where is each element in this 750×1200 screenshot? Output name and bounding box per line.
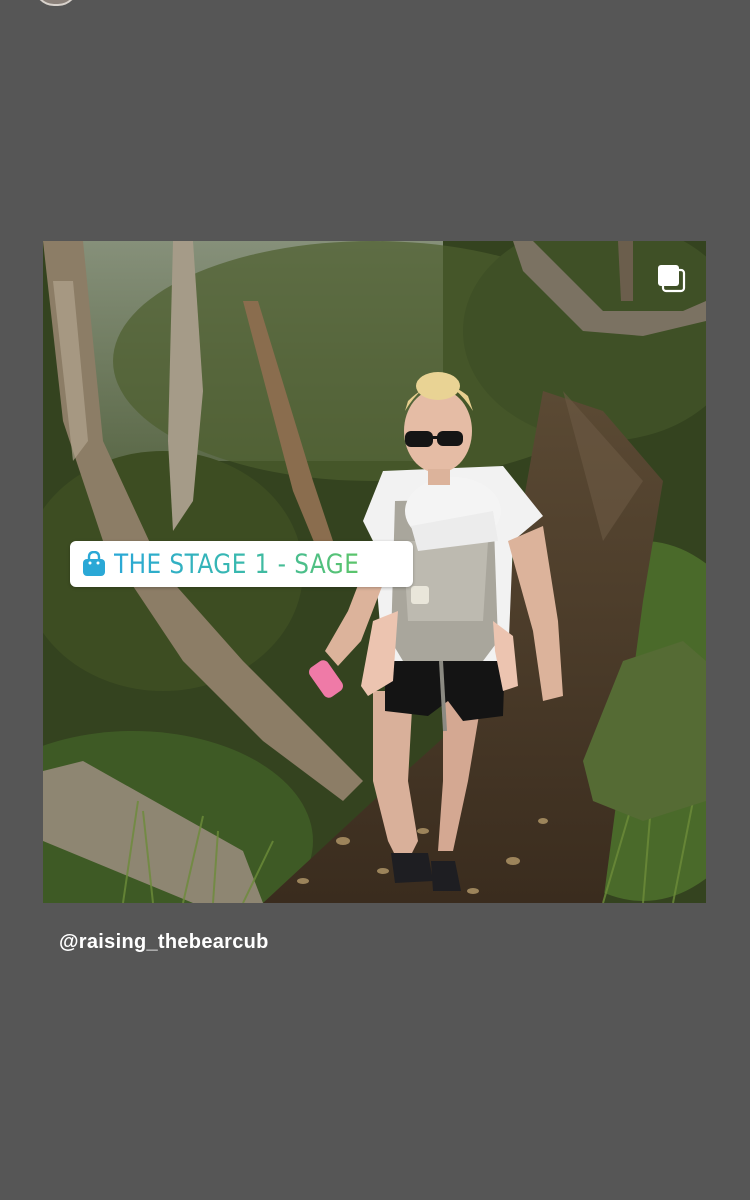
shopping-bag-icon [83, 551, 105, 576]
product-tag[interactable]: THE STAGE 1 - SAGE [70, 541, 414, 587]
story-view: THE STAGE 1 - SAGE @raising_thebearcub [0, 0, 750, 1200]
profile-avatar[interactable] [34, 0, 78, 6]
post-photo[interactable]: THE STAGE 1 - SAGE [43, 241, 706, 903]
product-tag-label: THE STAGE 1 - SAGE [114, 548, 360, 580]
multiple-photos-icon [658, 265, 686, 293]
credit-username[interactable]: @raising_thebearcub [59, 931, 269, 954]
